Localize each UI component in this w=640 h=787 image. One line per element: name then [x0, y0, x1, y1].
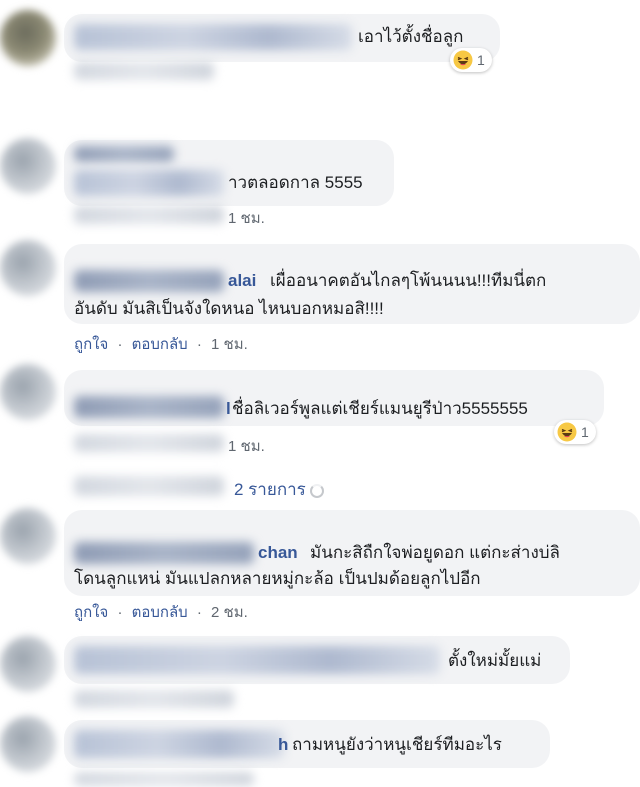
blurred-comment-actions[interactable]	[74, 772, 254, 786]
comment-timestamp[interactable]: 1 ชม.	[228, 206, 265, 230]
comment-text-line: อันดับ มันสิเป็นจังใดหนอ ไหนบอกหมอสิ!!!!	[74, 299, 384, 318]
comment-author[interactable]: chan	[258, 540, 298, 566]
avatar[interactable]	[0, 716, 56, 772]
blurred-author-name[interactable]	[74, 396, 224, 418]
comment-text-line: เผื่ออนาคตอันไกลๆโพ้นนนน!!!ทีมนี่ตก	[270, 271, 547, 290]
avatar[interactable]	[0, 508, 56, 564]
comment-author[interactable]: h	[278, 732, 288, 758]
avatar[interactable]	[0, 364, 56, 420]
avatar[interactable]	[0, 240, 56, 296]
comment-text-line: มันกะสิถืกใจพ่อยูดอก แต่กะส่างบ่ลิ	[310, 543, 560, 562]
separator: ·	[196, 604, 202, 621]
blurred-comment-text	[74, 170, 224, 196]
reaction-count: 1	[477, 52, 485, 68]
loading-spinner-icon	[309, 483, 324, 498]
separator: ·	[196, 336, 202, 353]
reaction-badge[interactable]: 1	[450, 48, 492, 72]
blurred-comment-actions[interactable]	[74, 434, 224, 452]
avatar[interactable]	[0, 636, 56, 692]
comment-timestamp[interactable]: 1 ชม.	[228, 434, 265, 458]
blurred-author-name[interactable]	[74, 270, 224, 292]
reaction-badge[interactable]: 1	[554, 420, 596, 444]
blurred-comment-actions[interactable]	[74, 62, 214, 80]
blurred-comment-actions[interactable]	[74, 690, 234, 708]
like-link[interactable]: ถูกใจ	[74, 336, 108, 353]
comment-actions: ถูกใจ · ตอบกลับ · 2 ชม.	[74, 600, 248, 624]
blurred-author-name[interactable]	[74, 146, 174, 162]
replies-count: 2 รายการ	[234, 480, 306, 499]
comment-author[interactable]: alai	[228, 268, 256, 294]
blurred-replies-prefix[interactable]	[74, 476, 224, 496]
haha-emoji-icon	[453, 50, 473, 70]
avatar[interactable]	[0, 10, 56, 66]
blurred-author-name[interactable]	[74, 542, 254, 564]
separator: ·	[117, 604, 123, 621]
reply-link[interactable]: ตอบกลับ	[132, 604, 188, 621]
comment-text: าวตลอดกาล 5555	[228, 173, 363, 192]
comment-text: ถามหนูยังว่าหนูเชียร์ทีมอะไร	[292, 735, 502, 754]
view-replies-link[interactable]: 2 รายการ	[234, 476, 324, 503]
blurred-comment-actions[interactable]	[74, 206, 224, 224]
comment-actions: ถูกใจ · ตอบกลับ · 1 ชม.	[74, 332, 248, 356]
comment-text: เอาไว้ตั้งชื่อลูก	[358, 27, 464, 46]
comment-timestamp[interactable]: 1 ชม.	[211, 336, 248, 353]
avatar[interactable]	[0, 138, 56, 194]
haha-emoji-icon	[557, 422, 577, 442]
blurred-author-name[interactable]	[74, 24, 352, 50]
blurred-author-name[interactable]	[74, 730, 284, 758]
reply-link[interactable]: ตอบกลับ	[132, 336, 188, 353]
comment-text: ชื่อลิเวอร์พูลแต่เชียร์แมนยูรีป่าว555555…	[232, 399, 528, 418]
comment-text-line: โดนลูกแหน่ มันแปลกหลายหมู่กะล้อ เป็นปมด้…	[74, 569, 481, 588]
reaction-count: 1	[581, 424, 589, 440]
comment-text: ตั้งใหม่มั้ยแม่	[448, 651, 542, 670]
like-link[interactable]: ถูกใจ	[74, 604, 108, 621]
blurred-author-name[interactable]	[74, 646, 440, 674]
comment-timestamp[interactable]: 2 ชม.	[211, 604, 248, 621]
comment-author[interactable]: l	[226, 396, 231, 422]
separator: ·	[117, 336, 123, 353]
